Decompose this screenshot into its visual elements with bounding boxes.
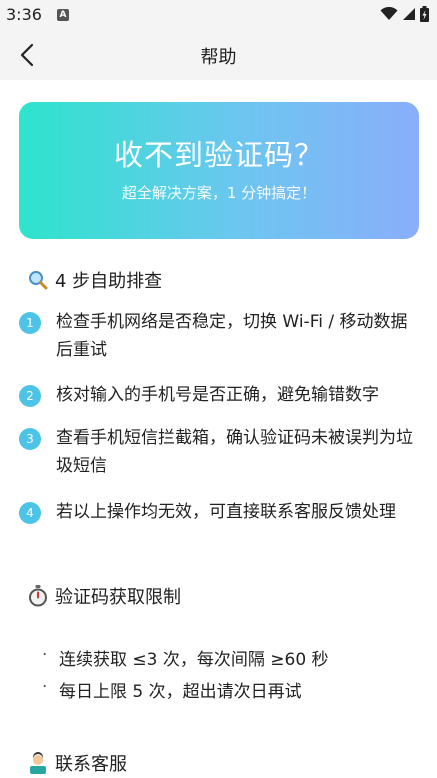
step-number-badge: 3 <box>19 428 41 450</box>
step-text: 查看手机短信拦截箱，确认验证码未被误判为垃圾短信 <box>56 428 413 476</box>
bullet-dot: · <box>42 677 48 697</box>
status-time: 3:36 <box>6 5 42 24</box>
app-header: 帮助 <box>0 30 437 80</box>
step-item-4: 4 若以上操作均无效，可直接联系客服反馈处理 <box>19 498 414 526</box>
step-text: 检查手机网络是否稳定，切换 Wi-Fi / 移动数据后重试 <box>56 312 408 360</box>
contact-heading: 联系客服 <box>27 750 127 776</box>
self-check-heading: 4 步自助排查 <box>27 267 162 293</box>
signal-icon <box>403 8 415 20</box>
status-bar: 3:36 A <box>0 0 437 30</box>
page-title: 帮助 <box>200 47 237 68</box>
step-number-badge: 4 <box>19 502 41 524</box>
hero-subtitle: 超全解决方案，1 分钟搞定！ <box>121 184 317 202</box>
step-item-1: 1 检查手机网络是否稳定，切换 Wi-Fi / 移动数据后重试 <box>19 308 414 364</box>
limit-item-1: · 连续获取 ≤3 次，每次间隔 ≥60 秒 <box>42 645 329 670</box>
step-text: 核对输入的手机号是否正确，避免输错数字 <box>56 385 379 405</box>
app-notification-icon: A <box>57 9 69 21</box>
self-check-heading-text: 4 步自助排查 <box>55 271 163 292</box>
step-item-2: 2 核对输入的手机号是否正确，避免输错数字 <box>19 381 414 409</box>
limit-item-text: 每日上限 5 次，超出请次日再试 <box>59 682 302 702</box>
step-number-badge: 2 <box>19 385 41 407</box>
contact-heading-text: 联系客服 <box>55 754 127 775</box>
magnifier-icon <box>27 269 49 291</box>
limits-heading-text: 验证码获取限制 <box>55 587 181 608</box>
wifi-icon <box>380 7 398 20</box>
hero-banner: 收不到验证码？ 超全解决方案，1 分钟搞定！ <box>19 102 419 239</box>
step-text: 若以上操作均无效，可直接联系客服反馈处理 <box>56 502 396 522</box>
step-item-3: 3 查看手机短信拦截箱，确认验证码未被误判为垃圾短信 <box>19 424 414 480</box>
stopwatch-icon <box>27 585 49 607</box>
step-number-badge: 1 <box>19 312 41 334</box>
hero-title: 收不到验证码？ <box>113 138 324 172</box>
limit-item-2: · 每日上限 5 次，超出请次日再试 <box>42 677 302 702</box>
bullet-dot: · <box>42 645 48 665</box>
status-icons <box>380 6 429 22</box>
customer-service-icon <box>27 752 49 774</box>
battery-icon <box>420 6 429 22</box>
limits-heading: 验证码获取限制 <box>27 583 181 609</box>
limit-item-text: 连续获取 ≤3 次，每次间隔 ≥60 秒 <box>59 650 329 670</box>
